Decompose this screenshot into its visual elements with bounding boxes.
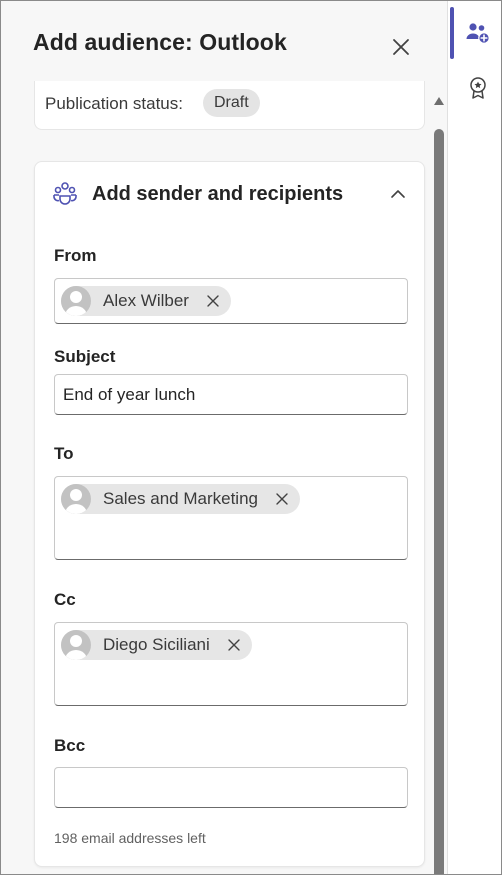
person-icon — [65, 291, 87, 316]
app-window: Publication status: Draft Add audience: … — [0, 0, 502, 875]
scrollbar-thumb[interactable] — [434, 129, 444, 874]
rail-tab-audience[interactable] — [465, 20, 491, 46]
email-addresses-left-note: 198 email addresses left — [54, 830, 206, 846]
side-rail — [448, 1, 501, 874]
rail-tab-badge[interactable] — [465, 75, 491, 101]
person-icon — [65, 635, 87, 660]
ribbon-star-icon — [470, 77, 486, 99]
close-button[interactable] — [389, 35, 413, 59]
to-field[interactable]: Sales and Marketing — [54, 476, 408, 560]
people-group-icon — [53, 182, 77, 205]
subject-field[interactable] — [54, 374, 408, 415]
close-icon — [393, 39, 409, 55]
recipient-chip[interactable]: Diego Siciliani — [61, 630, 252, 660]
from-label: From — [54, 246, 97, 265]
remove-recipient-icon[interactable] — [228, 639, 240, 651]
person-icon — [65, 489, 87, 514]
scrollbar[interactable] — [432, 93, 446, 874]
cc-label: Cc — [54, 590, 76, 609]
people-add-icon — [466, 23, 490, 44]
page-title: Add audience: Outlook — [33, 29, 287, 55]
recipient-chip[interactable]: Alex Wilber — [61, 286, 231, 316]
from-field[interactable]: Alex Wilber — [54, 278, 408, 324]
avatar — [61, 484, 91, 514]
publication-status-label: Publication status: — [45, 94, 183, 113]
chevron-up-icon[interactable] — [388, 184, 408, 204]
active-tab-indicator — [450, 7, 454, 59]
section-header-toggle[interactable]: Add sender and recipients — [35, 162, 424, 226]
bcc-field[interactable] — [54, 767, 408, 808]
remove-recipient-icon[interactable] — [207, 295, 219, 307]
status-badge: Draft — [203, 89, 260, 117]
subject-label: Subject — [54, 347, 116, 366]
bcc-input[interactable] — [63, 768, 393, 807]
recipient-name: Alex Wilber — [103, 291, 189, 310]
remove-recipient-icon[interactable] — [276, 493, 288, 505]
avatar — [61, 286, 91, 316]
cc-field[interactable]: Diego Siciliani — [54, 622, 408, 706]
recipient-name: Diego Siciliani — [103, 635, 210, 654]
to-label: To — [54, 444, 74, 463]
bcc-label: Bcc — [54, 736, 86, 755]
recipient-name: Sales and Marketing — [103, 489, 258, 508]
avatar — [61, 630, 91, 660]
scroll-up-arrow-icon[interactable] — [434, 97, 444, 105]
section-title: Add sender and recipients — [92, 183, 344, 205]
sender-recipients-card: Add sender and recipients From Alex Wilb… — [34, 161, 425, 867]
audience-panel: Publication status: Draft Add audience: … — [1, 1, 448, 874]
subject-input[interactable] — [63, 375, 393, 414]
recipient-chip[interactable]: Sales and Marketing — [61, 484, 300, 514]
panel-header: Add audience: Outlook — [1, 1, 447, 81]
